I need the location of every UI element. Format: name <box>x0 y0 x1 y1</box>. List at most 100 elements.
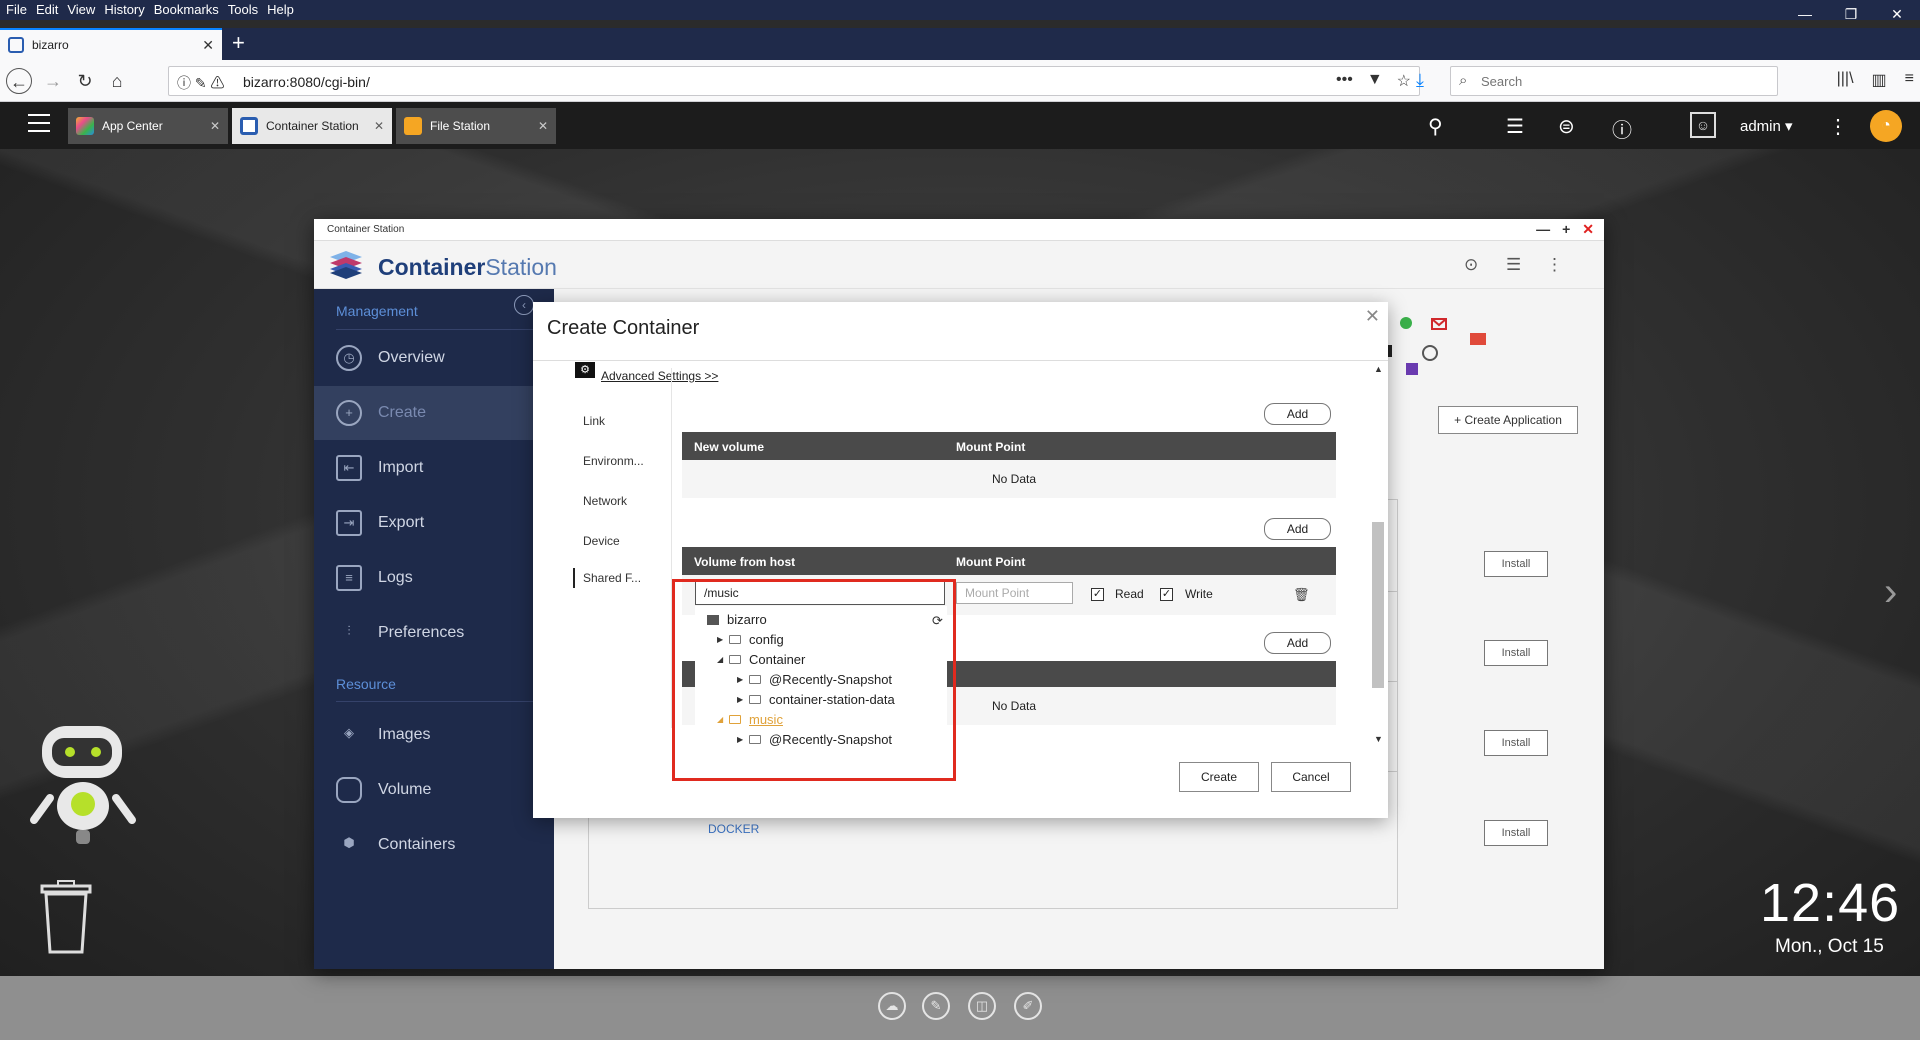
collapse-sidebar-icon[interactable]: ‹ <box>514 295 534 315</box>
advanced-settings-link[interactable]: Advanced Settings >> <box>601 369 718 383</box>
tab-link[interactable]: Link <box>583 414 605 428</box>
background-tasks-icon[interactable]: ☰ <box>1506 114 1524 139</box>
download-icon[interactable]: ⤓ <box>1416 70 1424 91</box>
manual-icon[interactable]: ◫ <box>968 992 996 1020</box>
sidebar-item-preferences[interactable]: ⫶ Preferences <box>314 606 554 660</box>
close-icon[interactable]: ✕ <box>1582 221 1594 238</box>
pocket-icon[interactable]: ▼ <box>1367 71 1383 91</box>
reload-icon[interactable]: ↻ <box>72 68 98 94</box>
more-options-icon[interactable]: ⋮ <box>1828 114 1848 139</box>
qts-tab-container-station[interactable]: Container Station ✕ <box>232 108 392 144</box>
scroll-up-icon[interactable]: ▲ <box>1374 364 1383 374</box>
menu-edit[interactable]: Edit <box>30 0 61 17</box>
qts-taskbar: App Center ✕ Container Station ✕ File St… <box>0 102 1920 149</box>
sidebar-item-containers[interactable]: ⬢ Containers <box>314 818 554 872</box>
next-desktop-icon[interactable]: › <box>1884 570 1897 615</box>
browser-tab-title: bizarro <box>32 38 69 52</box>
install-button[interactable]: Install <box>1484 730 1548 756</box>
sidebar: Management ‹ ◷ Overview + Create ⇤ Import ⇥… <box>314 289 554 969</box>
close-icon[interactable]: ✕ <box>210 119 220 133</box>
window-controls: — ❐ ✕ <box>1782 0 1920 28</box>
myqnapcloud-icon[interactable]: ☁ <box>878 992 906 1020</box>
install-button[interactable]: Install <box>1484 551 1548 577</box>
menu-history[interactable]: History <box>98 0 147 17</box>
sidebar-item-logs[interactable]: ≡ Logs <box>314 551 554 605</box>
restore-icon[interactable]: ❐ <box>1828 0 1874 28</box>
iot-icon[interactable]: ⊙ <box>1464 255 1478 275</box>
search-input[interactable] <box>1481 74 1761 89</box>
robot-assistant-icon[interactable] <box>28 720 138 850</box>
install-button[interactable]: Install <box>1484 640 1548 666</box>
menu-bookmarks[interactable]: Bookmarks <box>148 0 222 17</box>
main-menu-icon[interactable] <box>28 114 50 138</box>
event-notification-icon[interactable]: ⓘ <box>1612 114 1632 143</box>
background-tasks-icon[interactable]: ☰ <box>1506 255 1521 275</box>
close-icon[interactable]: ✕ <box>1365 306 1380 327</box>
helpdesk-icon[interactable]: ✎ <box>922 992 950 1020</box>
add-new-volume-button[interactable]: Add <box>1264 403 1331 425</box>
dialog-scrollbar[interactable]: ▲ ▼ <box>1371 364 1385 744</box>
tab-device[interactable]: Device <box>583 534 620 548</box>
home-icon[interactable]: ⌂ <box>104 68 130 94</box>
qts-tab-file-station[interactable]: File Station ✕ <box>396 108 556 144</box>
minimize-icon[interactable]: — <box>1536 221 1550 238</box>
close-window-icon[interactable]: ✕ <box>1874 0 1920 28</box>
sidebar-icon[interactable]: ▥ <box>1872 70 1887 90</box>
qts-tab-app-center[interactable]: App Center ✕ <box>68 108 228 144</box>
user-avatar-icon[interactable]: ☺ <box>1690 112 1716 138</box>
install-button[interactable]: Install <box>1484 820 1548 846</box>
sidebar-item-create[interactable]: + Create <box>314 386 554 440</box>
sidebar-item-images[interactable]: ◈ Images <box>314 708 554 762</box>
read-checkbox[interactable]: ✓ <box>1091 588 1104 601</box>
menu-view[interactable]: View <box>61 0 98 17</box>
sidebar-item-import[interactable]: ⇤ Import <box>314 441 554 495</box>
sidebar-divider <box>336 329 536 330</box>
minimize-icon[interactable]: — <box>1782 0 1828 28</box>
maximize-icon[interactable]: + <box>1562 221 1570 238</box>
write-checkbox[interactable]: ✓ <box>1160 588 1173 601</box>
close-tab-icon[interactable]: ✕ <box>202 37 214 54</box>
browser-tab-bizarro[interactable]: bizarro ✕ <box>0 28 222 60</box>
more-options-icon[interactable]: ⋮ <box>1546 255 1563 275</box>
menu-file[interactable]: File <box>0 0 30 17</box>
close-icon[interactable]: ✕ <box>374 119 384 133</box>
tab-environment[interactable]: Environm... <box>583 454 644 468</box>
sidebar-item-label: Export <box>378 514 425 531</box>
add-button[interactable]: Add <box>1264 632 1331 654</box>
user-menu[interactable]: admin ▾ <box>1740 117 1793 135</box>
tab-network[interactable]: Network <box>583 494 627 508</box>
bookmark-star-icon[interactable]: ☆ <box>1397 71 1411 91</box>
column-header: Mount Point <box>956 555 1026 569</box>
cancel-button[interactable]: Cancel <box>1271 762 1351 792</box>
close-icon[interactable]: ✕ <box>538 119 548 133</box>
external-device-icon[interactable]: ⊜ <box>1558 114 1575 139</box>
dashboard-icon[interactable]: ◔ <box>1870 110 1902 142</box>
create-button[interactable]: Create <box>1179 762 1259 792</box>
tab-shared-folders[interactable]: Shared F... <box>573 568 641 588</box>
back-icon[interactable]: ← <box>6 68 32 94</box>
sidebar-item-overview[interactable]: ◷ Overview <box>314 331 554 385</box>
new-tab-icon[interactable]: + <box>232 32 245 54</box>
search-icon: ⌕ <box>1459 72 1468 89</box>
search-box[interactable]: ⌕ <box>1450 66 1778 96</box>
add-host-volume-button[interactable]: Add <box>1264 518 1331 540</box>
feedback-icon[interactable]: ✐ <box>1014 992 1042 1020</box>
sidebar-item-label: Preferences <box>378 624 465 641</box>
page-actions-icon[interactable]: ••• <box>1336 71 1353 91</box>
scrollbar-thumb[interactable] <box>1372 522 1384 688</box>
menu-tools[interactable]: Tools <box>222 0 261 17</box>
scroll-down-icon[interactable]: ▼ <box>1374 734 1383 744</box>
site-info-icon[interactable]: ⓘ ✎ ⚠ <box>177 73 225 93</box>
sidebar-item-export[interactable]: ⇥ Export <box>314 496 554 550</box>
sidebar-item-volume[interactable]: Volume <box>314 763 554 817</box>
mount-point-input[interactable]: Mount Point <box>956 582 1073 604</box>
search-icon[interactable]: ⚲ <box>1428 114 1443 139</box>
delete-icon[interactable]: 🗑 <box>1293 587 1310 603</box>
recycle-bin-icon[interactable] <box>38 880 94 956</box>
menu-help[interactable]: Help <box>261 0 297 17</box>
forward-icon[interactable]: → <box>40 68 66 94</box>
library-icon[interactable]: |||\ <box>1837 70 1854 90</box>
url-bar[interactable]: ⓘ ✎ ⚠ bizarro:8080/cgi-bin/ ••• ▼ ☆ <box>168 66 1420 96</box>
create-application-button[interactable]: + Create Application <box>1438 406 1578 434</box>
browser-menu-icon[interactable]: ≡ <box>1905 70 1914 90</box>
